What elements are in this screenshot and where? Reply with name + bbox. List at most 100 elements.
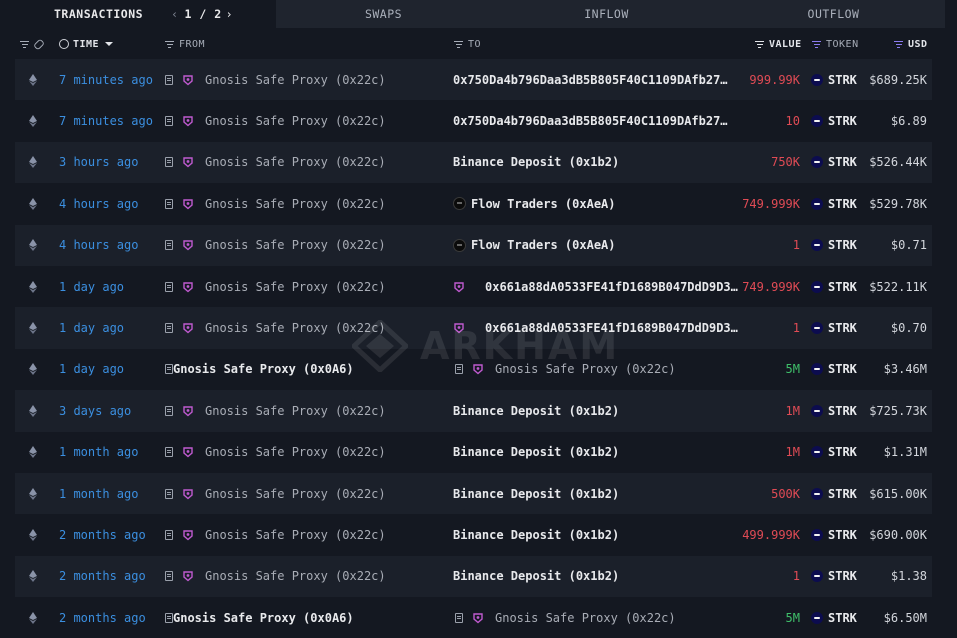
- table-row[interactable]: 1 month ago Gnosis Safe Proxy (0x22c) Bina…: [15, 472, 932, 515]
- table-row[interactable]: 7 minutes ago Gnosis Safe Proxy (0x22c) 0x…: [15, 100, 932, 141]
- to-entity[interactable]: Flow Traders (0xAeA): [471, 197, 616, 211]
- link-icon[interactable]: [32, 37, 46, 51]
- to-cell: Binance Deposit (0x1b2): [453, 432, 619, 473]
- time-cell[interactable]: 1 month ago: [59, 473, 138, 514]
- ethereum-icon: [29, 446, 37, 459]
- ethereum-icon: [29, 197, 37, 210]
- chevron-right-icon[interactable]: ›: [226, 7, 233, 21]
- usd-cell: $690.00K: [869, 527, 927, 542]
- tab-outflow[interactable]: OUTFLOW: [722, 0, 945, 28]
- column-header-to[interactable]: TO: [454, 30, 481, 58]
- from-entity[interactable]: Gnosis Safe Proxy (0x22c): [205, 569, 386, 583]
- from-entity[interactable]: Gnosis Safe Proxy (0x22c): [205, 445, 386, 459]
- column-header-from[interactable]: FROM: [165, 30, 205, 58]
- table-row[interactable]: 2 months ago Gnosis Safe Proxy (0x22c) Bin…: [15, 514, 932, 555]
- usd-cell: $526.44K: [869, 155, 927, 170]
- token-cell[interactable]: STRK: [811, 59, 857, 100]
- time-cell[interactable]: 2 months ago: [59, 514, 146, 555]
- token-cell[interactable]: STRK: [811, 225, 857, 266]
- to-entity[interactable]: Gnosis Safe Proxy (0x22c): [495, 611, 676, 625]
- time-cell[interactable]: 7 minutes ago: [59, 59, 153, 100]
- from-entity[interactable]: Gnosis Safe Proxy (0x22c): [205, 404, 386, 418]
- tab-swaps[interactable]: SWAPS: [276, 0, 491, 28]
- column-header-value[interactable]: VALUE: [755, 30, 802, 58]
- from-entity[interactable]: Gnosis Safe Proxy (0x22c): [205, 280, 386, 294]
- to-entity[interactable]: Binance Deposit (0x1b2): [453, 528, 619, 542]
- from-entity[interactable]: Gnosis Safe Proxy (0x22c): [205, 487, 386, 501]
- time-cell[interactable]: 3 days ago: [59, 390, 131, 431]
- from-entity[interactable]: Gnosis Safe Proxy (0x22c): [205, 321, 386, 335]
- time-cell[interactable]: 1 month ago: [59, 432, 138, 473]
- to-address[interactable]: 0x750Da4b796Daa3dB5B805F40C1109DAfb27…: [453, 73, 728, 87]
- token-symbol: STRK: [828, 445, 857, 460]
- to-entity[interactable]: Gnosis Safe Proxy (0x22c): [495, 362, 676, 376]
- time-cell[interactable]: 1 day ago: [59, 266, 124, 307]
- column-header-token[interactable]: TOKEN: [812, 30, 859, 58]
- token-symbol: STRK: [828, 72, 857, 87]
- table-row[interactable]: 3 days ago Gnosis Safe Proxy (0x22c) Binan…: [15, 390, 932, 432]
- chevron-left-icon[interactable]: ‹: [171, 7, 178, 21]
- to-address[interactable]: 0x661a88dA0533FE41fD1689B047DdD9D3…: [485, 321, 738, 335]
- token-cell[interactable]: STRK: [811, 142, 857, 183]
- from-entity[interactable]: Gnosis Safe Proxy (0x0A6): [173, 362, 354, 376]
- from-entity[interactable]: Gnosis Safe Proxy (0x22c): [205, 73, 386, 87]
- table-row[interactable]: 1 day ago Gnosis Safe Proxy (0x0A6) Gnosis…: [15, 349, 932, 390]
- to-entity[interactable]: Binance Deposit (0x1b2): [453, 445, 619, 459]
- time-cell[interactable]: 4 hours ago: [59, 225, 138, 266]
- from-entity[interactable]: Gnosis Safe Proxy (0x22c): [205, 238, 386, 252]
- to-cell: Flow Traders (0xAeA): [453, 225, 616, 266]
- table-row[interactable]: 2 months ago Gnosis Safe Proxy (0x22c) Bin…: [15, 555, 932, 598]
- to-entity[interactable]: Flow Traders (0xAeA): [471, 238, 616, 252]
- to-address[interactable]: 0x750Da4b796Daa3dB5B805F40C1109DAfb27…: [453, 114, 728, 128]
- table-row[interactable]: 1 day ago Gnosis Safe Proxy (0x22c) 0x661a…: [15, 266, 932, 307]
- token-cell[interactable]: STRK: [811, 100, 857, 141]
- from-entity[interactable]: Gnosis Safe Proxy (0x22c): [205, 197, 386, 211]
- token-cell[interactable]: STRK: [811, 183, 857, 224]
- from-cell: Gnosis Safe Proxy (0x22c): [165, 432, 386, 473]
- tab-inflow[interactable]: INFLOW: [491, 0, 722, 28]
- starknet-token-icon: [811, 363, 823, 376]
- filter-icon: [812, 40, 821, 48]
- time-cell[interactable]: 2 months ago: [59, 556, 146, 597]
- table-row[interactable]: 4 hours ago Gnosis Safe Proxy (0x22c) Flow…: [15, 224, 932, 266]
- starknet-token-icon: [811, 611, 823, 624]
- contract-icon: [165, 612, 173, 623]
- to-entity[interactable]: Binance Deposit (0x1b2): [453, 487, 619, 501]
- time-cell[interactable]: 1 day ago: [59, 307, 124, 348]
- gnosis-safe-icon: [454, 281, 464, 293]
- token-cell[interactable]: STRK: [811, 473, 857, 514]
- column-header-time[interactable]: TIME: [59, 30, 114, 58]
- from-entity[interactable]: Gnosis Safe Proxy (0x22c): [205, 155, 386, 169]
- time-cell[interactable]: 3 hours ago: [59, 142, 138, 183]
- to-address[interactable]: 0x661a88dA0533FE41fD1689B047DdD9D3…: [485, 280, 738, 294]
- from-entity[interactable]: Gnosis Safe Proxy (0x22c): [205, 114, 386, 128]
- token-cell[interactable]: STRK: [811, 349, 857, 390]
- contract-icon: [165, 74, 173, 85]
- token-cell[interactable]: STRK: [811, 432, 857, 473]
- token-cell[interactable]: STRK: [811, 556, 857, 597]
- token-cell[interactable]: STRK: [811, 266, 857, 307]
- value-cell: 500K: [771, 486, 800, 501]
- tab-transactions[interactable]: TRANSACTIONS ‹ 1 / 2 ›: [0, 0, 276, 28]
- column-header-usd[interactable]: USD: [894, 30, 928, 58]
- table-row[interactable]: 1 day ago Gnosis Safe Proxy (0x22c) 0x661a…: [15, 307, 932, 349]
- time-cell[interactable]: 4 hours ago: [59, 183, 138, 224]
- from-entity[interactable]: Gnosis Safe Proxy (0x0A6): [173, 611, 354, 625]
- table-row[interactable]: 4 hours ago Gnosis Safe Proxy (0x22c) Flow…: [15, 183, 932, 224]
- table-row[interactable]: 2 months ago Gnosis Safe Proxy (0x0A6) Gno…: [15, 597, 932, 638]
- to-entity[interactable]: Binance Deposit (0x1b2): [453, 404, 619, 418]
- token-cell[interactable]: STRK: [811, 390, 857, 431]
- from-entity[interactable]: Gnosis Safe Proxy (0x22c): [205, 528, 386, 542]
- time-cell[interactable]: 2 months ago: [59, 597, 146, 638]
- time-cell[interactable]: 1 day ago: [59, 349, 124, 390]
- to-entity[interactable]: Binance Deposit (0x1b2): [453, 155, 619, 169]
- time-cell[interactable]: 7 minutes ago: [59, 100, 153, 141]
- token-cell[interactable]: STRK: [811, 597, 857, 638]
- to-entity[interactable]: Binance Deposit (0x1b2): [453, 569, 619, 583]
- token-cell[interactable]: STRK: [811, 307, 857, 348]
- token-cell[interactable]: STRK: [811, 514, 857, 555]
- chain-filter[interactable]: [20, 30, 52, 58]
- table-row[interactable]: 7 minutes ago Gnosis Safe Proxy (0x22c) 0x…: [15, 59, 932, 101]
- table-row[interactable]: 1 month ago Gnosis Safe Proxy (0x22c) Bina…: [15, 432, 932, 473]
- table-row[interactable]: 3 hours ago Gnosis Safe Proxy (0x22c) Bina…: [15, 141, 932, 184]
